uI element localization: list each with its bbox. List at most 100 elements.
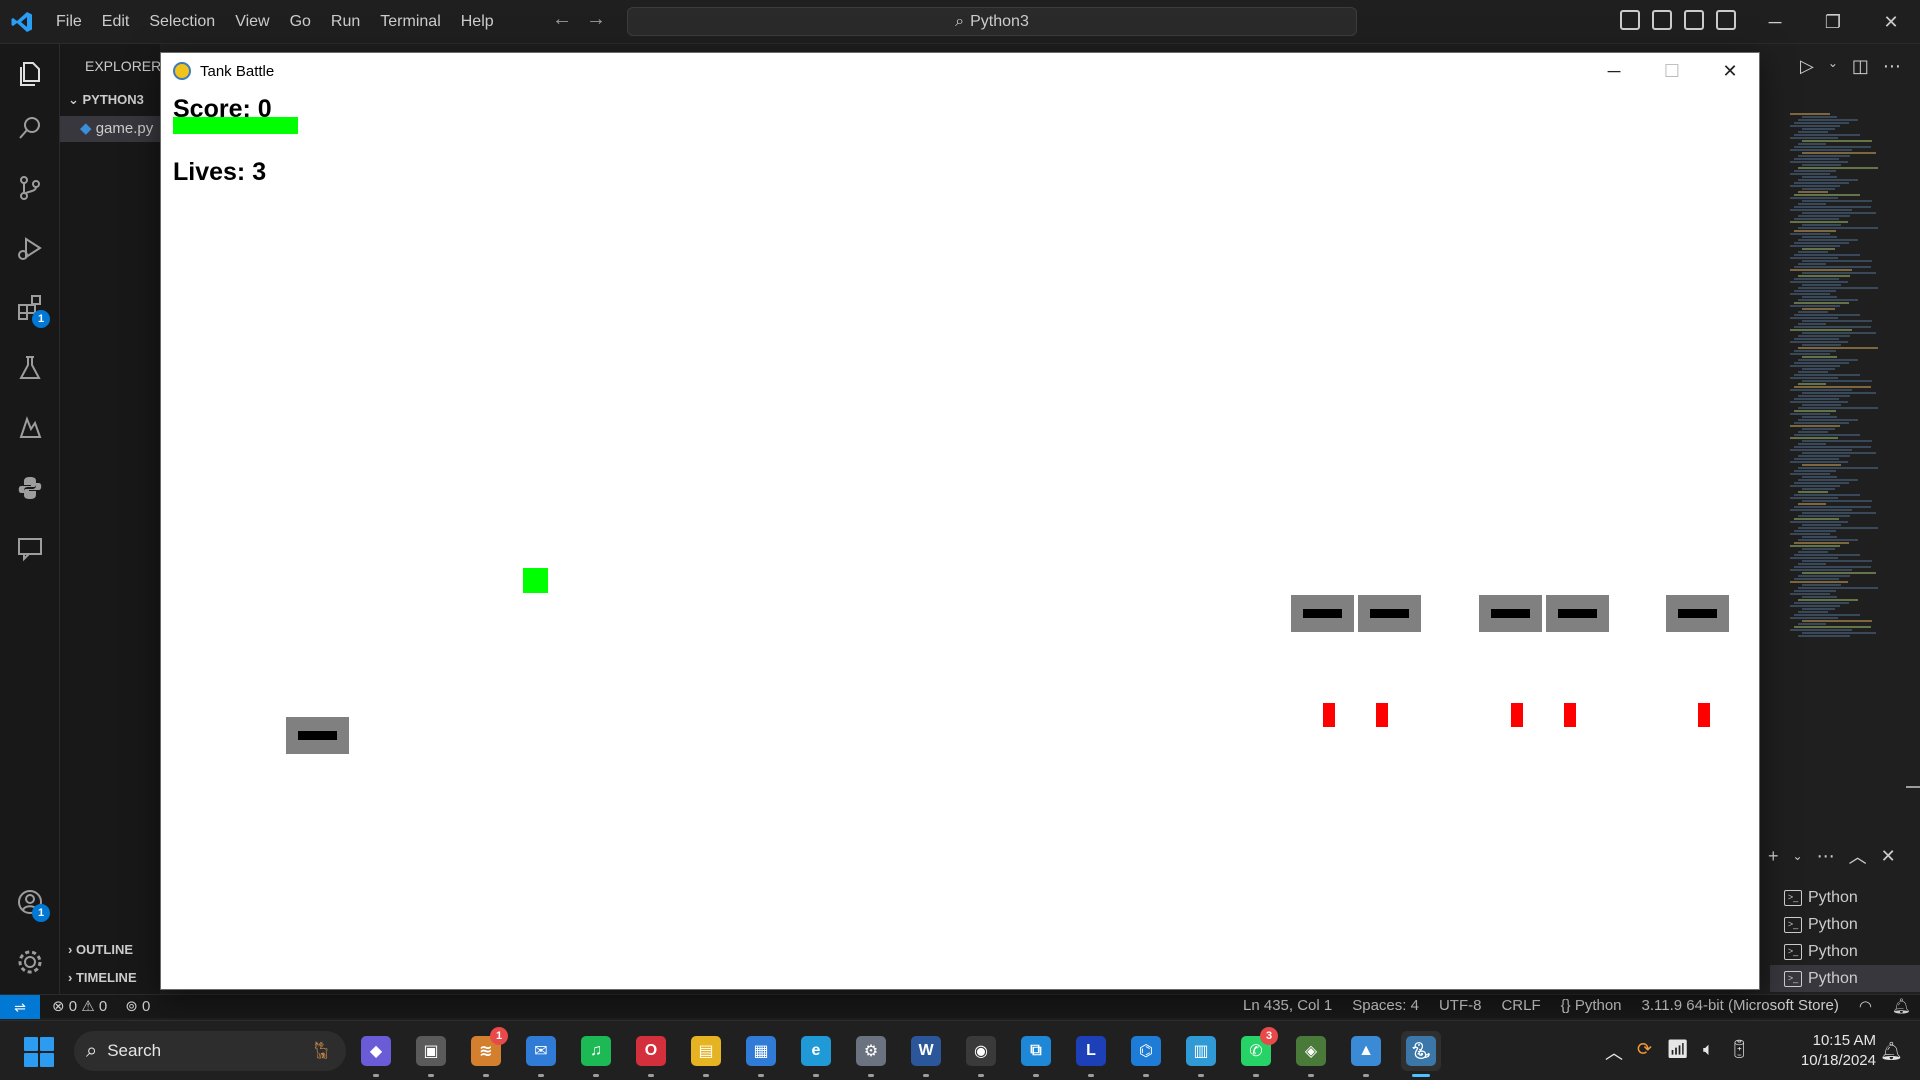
menu-edit[interactable]: Edit bbox=[92, 0, 140, 44]
menu-go[interactable]: Go bbox=[280, 0, 321, 44]
more-actions-icon[interactable]: ⋯ bbox=[1883, 56, 1901, 77]
problems-indicator[interactable]: ⊗ 0 ⚠ 0 bbox=[52, 997, 107, 1015]
taskbar-app-whatsapp[interactable]: ✆ 3 bbox=[1236, 1027, 1278, 1077]
timeline-section[interactable]: › TIMELINE bbox=[68, 970, 137, 985]
menu-selection[interactable]: Selection bbox=[139, 0, 225, 44]
outline-section[interactable]: › OUTLINE bbox=[68, 942, 133, 957]
taskbar-app-settings[interactable]: ⚙ bbox=[851, 1031, 891, 1077]
taskbar-app-app-with-badge[interactable]: ≋ 1 bbox=[466, 1027, 508, 1077]
wifi-icon[interactable]: 📶︎ bbox=[1666, 1039, 1689, 1065]
forward-arrow-icon[interactable]: → bbox=[586, 8, 606, 31]
taskbar-app-mail[interactable]: ✉ bbox=[521, 1031, 561, 1077]
minimize-icon[interactable]: ─ bbox=[1585, 53, 1643, 89]
accounts-icon[interactable]: 1 bbox=[0, 874, 60, 930]
remote-indicator-icon[interactable]: ⇌ bbox=[0, 995, 40, 1019]
taskbar-app-microsoft-store[interactable]: ▦ bbox=[741, 1031, 781, 1077]
toggle-secondary-sidebar-icon[interactable] bbox=[1684, 10, 1704, 30]
close-icon[interactable]: ✕ bbox=[1701, 53, 1759, 89]
minimap[interactable] bbox=[1790, 112, 1910, 812]
taskbar-app-app-secondary[interactable]: ◈ bbox=[1291, 1031, 1331, 1077]
minimap-line bbox=[1790, 329, 1852, 331]
taskbar-app-python[interactable]: 🐍︎ bbox=[1401, 1031, 1441, 1077]
indentation[interactable]: Spaces: 4 bbox=[1352, 997, 1419, 1015]
encoding[interactable]: UTF-8 bbox=[1439, 997, 1482, 1015]
menu-file[interactable]: File bbox=[46, 0, 92, 44]
taskbar-app-opera[interactable]: O bbox=[631, 1031, 671, 1077]
toggle-panel-icon[interactable] bbox=[1652, 10, 1672, 30]
menu-terminal[interactable]: Terminal bbox=[370, 0, 450, 44]
close-panel-icon[interactable]: ✕ bbox=[1881, 846, 1896, 867]
close-icon[interactable]: ✕ bbox=[1862, 0, 1920, 44]
minimize-icon[interactable]: ─ bbox=[1746, 0, 1804, 44]
explorer-icon[interactable] bbox=[0, 46, 60, 102]
minimap-line bbox=[1790, 509, 1852, 511]
remote-explorer-icon[interactable] bbox=[0, 400, 60, 456]
chevron-up-icon[interactable]: ︿ bbox=[1605, 1039, 1623, 1065]
minimap-line bbox=[1798, 227, 1878, 229]
new-terminal-icon[interactable]: + bbox=[1768, 846, 1779, 867]
terminal-tab[interactable]: >_ Python bbox=[1770, 911, 1920, 938]
gear-icon[interactable] bbox=[0, 934, 60, 990]
cursor-position[interactable]: Ln 435, Col 1 bbox=[1243, 997, 1332, 1015]
customize-layout-icon[interactable] bbox=[1716, 10, 1736, 30]
ports-indicator[interactable]: ⊚ 0 bbox=[125, 997, 150, 1015]
language-mode[interactable]: {} Python bbox=[1561, 997, 1622, 1015]
start-button[interactable] bbox=[24, 1037, 54, 1067]
enemy-bullet bbox=[1511, 703, 1523, 727]
game-canvas[interactable]: Score: 0 Lives: 3 bbox=[161, 89, 1759, 989]
end-of-line[interactable]: CRLF bbox=[1501, 997, 1540, 1015]
testing-icon[interactable] bbox=[0, 340, 60, 396]
taskbar-app-app-frame[interactable]: ⧉ bbox=[1016, 1031, 1056, 1077]
back-arrow-icon[interactable]: ← bbox=[552, 8, 572, 31]
taskbar-app-notepad[interactable]: ▥ bbox=[1181, 1031, 1221, 1077]
search-icon[interactable] bbox=[0, 100, 60, 156]
command-center[interactable]: ⌕ Python3 bbox=[627, 7, 1357, 36]
menu-run[interactable]: Run bbox=[321, 0, 370, 44]
ports-count: 0 bbox=[141, 998, 151, 1015]
maximize-panel-icon[interactable]: ︿ bbox=[1849, 843, 1867, 869]
taskbar-app-word[interactable]: W bbox=[906, 1031, 946, 1077]
window-title-bar[interactable]: Tank Battle ─ ☐ ✕ bbox=[161, 53, 1759, 89]
taskbar-app-spotify[interactable]: ♫ bbox=[576, 1031, 616, 1077]
sync-icon[interactable]: ◠ bbox=[1859, 997, 1872, 1015]
minimap-slider[interactable] bbox=[1906, 786, 1920, 788]
terminal-tab-active[interactable]: >_ Python bbox=[1770, 965, 1920, 992]
menu-help[interactable]: Help bbox=[451, 0, 504, 44]
taskbar-app-edge[interactable]: e bbox=[796, 1031, 836, 1077]
folder-python3[interactable]: ⌄ PYTHON3 bbox=[68, 92, 144, 108]
more-actions-icon[interactable]: ⋯ bbox=[1817, 846, 1835, 867]
taskbar-app-vscode[interactable]: ⌬ bbox=[1126, 1031, 1166, 1077]
source-control-icon[interactable] bbox=[0, 160, 60, 216]
chevron-down-icon[interactable]: ⌄ bbox=[1828, 56, 1838, 77]
split-editor-icon[interactable]: ◫ bbox=[1852, 56, 1869, 77]
taskbar-app-task-view[interactable]: ▣ bbox=[411, 1031, 451, 1077]
menu-view[interactable]: View bbox=[225, 0, 279, 44]
sync-app-icon[interactable]: ⟳ bbox=[1637, 1039, 1652, 1065]
tank-barrel bbox=[1370, 609, 1409, 618]
terminal-tab[interactable]: >_ Python bbox=[1770, 938, 1920, 965]
chevron-down-icon[interactable]: ⌄ bbox=[1793, 849, 1803, 863]
clock[interactable]: 10:15 AM 10/18/2024 bbox=[1786, 1031, 1876, 1071]
run-debug-icon[interactable] bbox=[0, 220, 60, 276]
notification-bell-icon[interactable]: 🔔︎ bbox=[1880, 1041, 1903, 1062]
terminal-tab[interactable]: >_ Python bbox=[1770, 884, 1920, 911]
taskbar-app-photos[interactable]: ▲ bbox=[1346, 1031, 1386, 1077]
toggle-primary-sidebar-icon[interactable] bbox=[1620, 10, 1640, 30]
taskbar-search[interactable]: ⌕ Search 🦌︎ bbox=[74, 1031, 346, 1071]
file-game-py[interactable]: ◆ game.py bbox=[60, 116, 160, 142]
taskbar-app-obs[interactable]: ◉ bbox=[961, 1031, 1001, 1077]
restore-icon[interactable]: ❐ bbox=[1804, 0, 1862, 44]
chat-icon[interactable] bbox=[0, 520, 60, 576]
taskbar-app-letter-app[interactable]: L bbox=[1071, 1031, 1111, 1077]
run-file-icon[interactable]: ▷ bbox=[1800, 56, 1814, 77]
minimap-line bbox=[1794, 518, 1839, 520]
extensions-icon[interactable]: 1 bbox=[0, 280, 60, 336]
taskbar-app-file-explorer[interactable]: ▤ bbox=[686, 1031, 726, 1077]
python-icon[interactable] bbox=[0, 460, 60, 516]
notifications-icon[interactable]: 🔔︎ bbox=[1892, 997, 1911, 1015]
minimap-line bbox=[1798, 443, 1826, 445]
battery-icon[interactable]: 🔋︎ bbox=[1728, 1039, 1751, 1065]
python-interpreter[interactable]: 3.11.9 64-bit (Microsoft Store) bbox=[1642, 997, 1839, 1015]
taskbar-app-copilot[interactable]: ◆ bbox=[356, 1031, 396, 1077]
volume-icon[interactable]: 🔈︎ bbox=[1703, 1039, 1714, 1065]
